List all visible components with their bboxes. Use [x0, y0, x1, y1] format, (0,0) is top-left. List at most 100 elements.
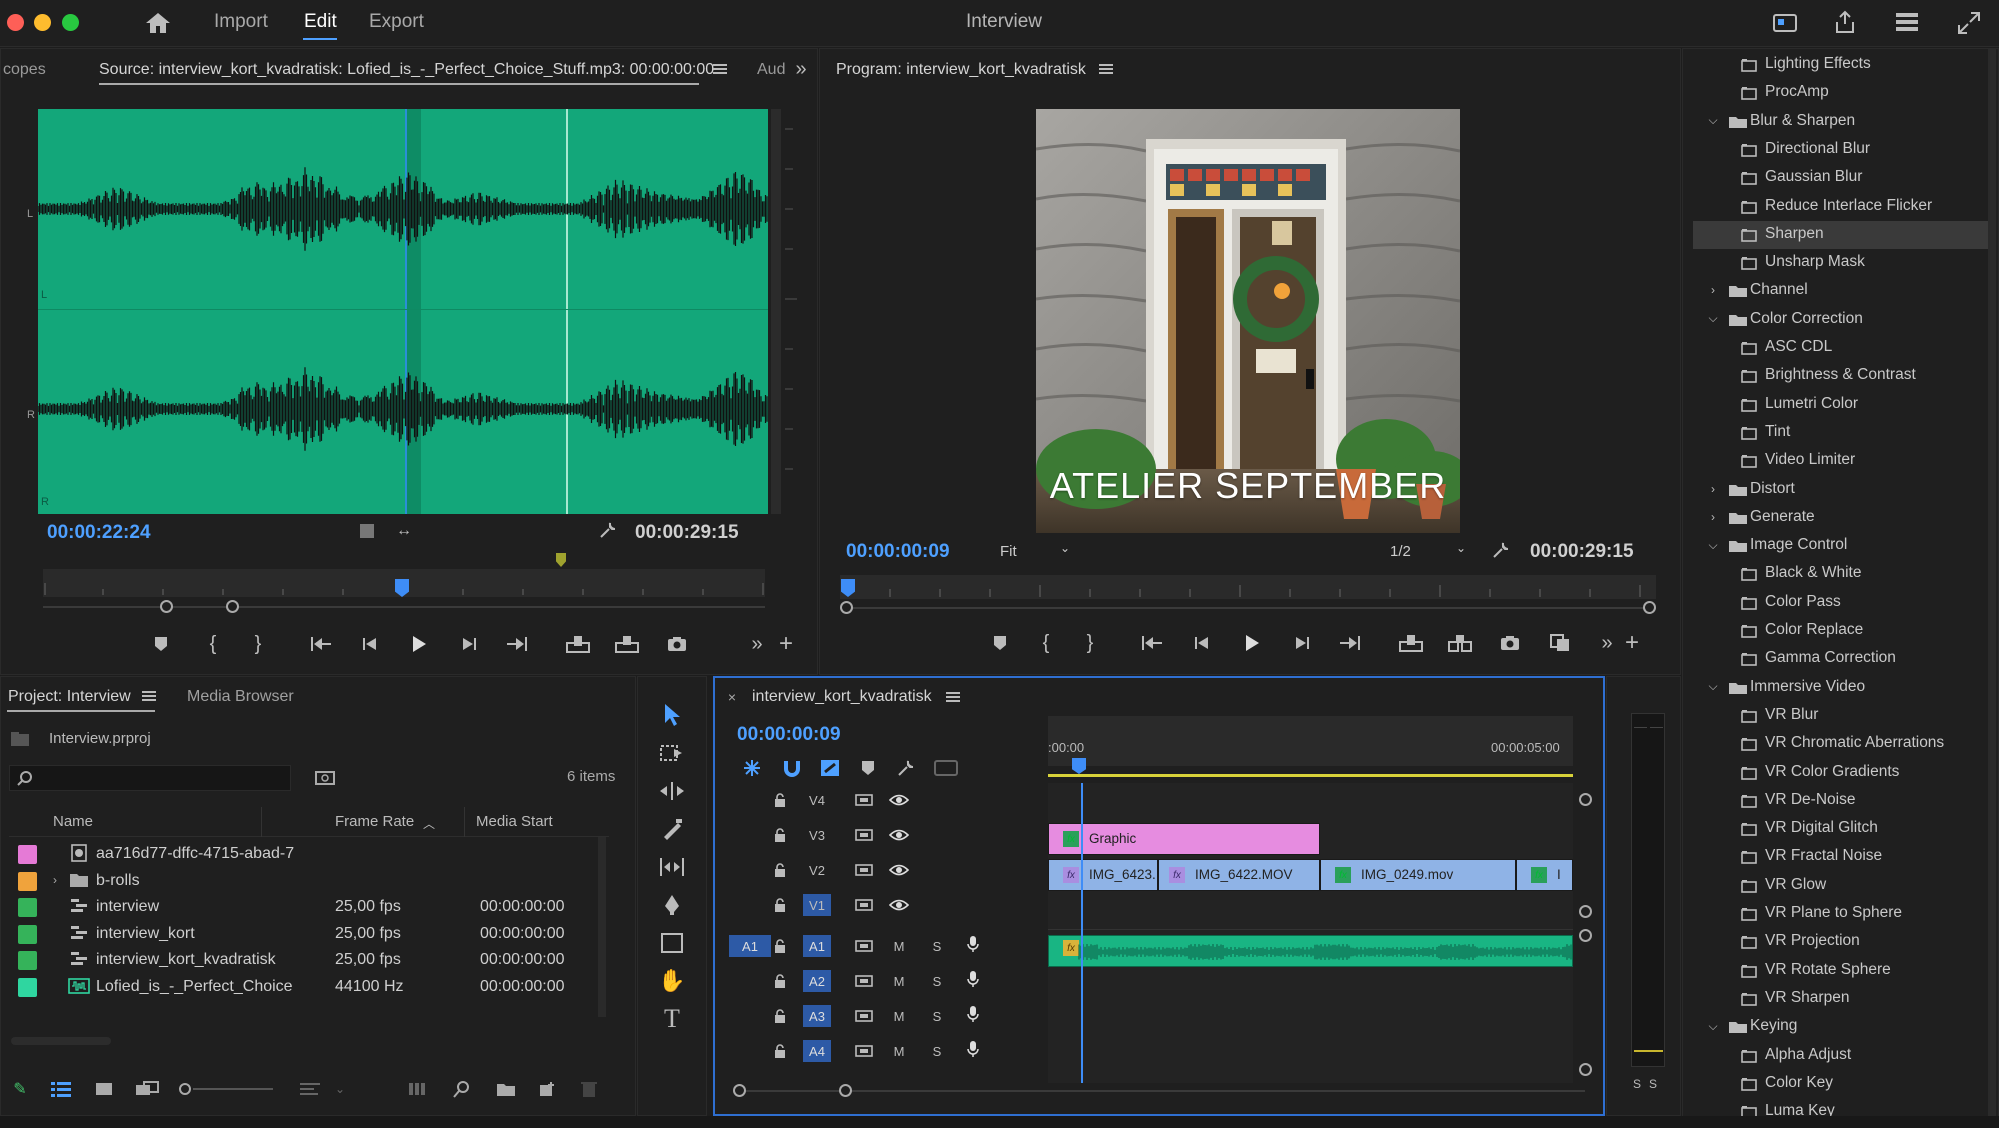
microphone-icon[interactable]: [962, 933, 984, 955]
effect-item[interactable]: Brightness & Contrast: [1693, 362, 1993, 390]
overwrite-icon[interactable]: [615, 632, 639, 656]
effect-item[interactable]: Color Pass: [1693, 589, 1993, 617]
sync-lock-icon[interactable]: [853, 935, 875, 957]
track-target[interactable]: V4: [803, 789, 831, 811]
project-search-input[interactable]: [9, 765, 291, 791]
icon-view-icon[interactable]: [93, 1079, 115, 1099]
program-settings-wrench-icon[interactable]: [1490, 539, 1512, 561]
home-icon[interactable]: [144, 10, 172, 36]
track-lock-icon[interactable]: [769, 789, 791, 811]
sequence-tab[interactable]: interview_kort_kvadratisk: [752, 688, 932, 706]
effect-item[interactable]: Sharpen: [1693, 220, 1993, 249]
pen-tool-icon[interactable]: [658, 891, 686, 919]
timeline-playhead-handle[interactable]: [1072, 758, 1086, 774]
effect-item[interactable]: Black & White: [1693, 560, 1993, 588]
timeline-settings-wrench-icon[interactable]: [895, 758, 917, 778]
waveform-zoom-scrollbar[interactable]: [771, 109, 781, 514]
effect-folder[interactable]: ⌵ Immersive Video: [1693, 674, 1993, 702]
program-zoom-handle-left[interactable]: [840, 601, 853, 614]
video-clip[interactable]: fx IMG_0249.mov: [1320, 859, 1516, 891]
scopes-tab[interactable]: copes: [3, 61, 46, 79]
go-to-in-icon[interactable]: [309, 632, 333, 656]
linked-selection-icon[interactable]: [819, 758, 841, 778]
solo-button[interactable]: S: [926, 970, 948, 992]
source-current-timecode[interactable]: 00:00:22:24: [47, 522, 151, 544]
sync-lock-icon[interactable]: [853, 1005, 875, 1027]
button-editor-icon[interactable]: +: [774, 630, 798, 657]
chevron-down-icon[interactable]: ⌵: [1706, 113, 1720, 128]
mute-button[interactable]: M: [888, 935, 910, 957]
video-clip[interactable]: fx I: [1516, 859, 1573, 891]
audio-scroll-handle-bottom[interactable]: [1579, 1063, 1592, 1076]
mark-out-icon[interactable]: }: [246, 632, 270, 656]
sync-lock-icon[interactable]: [853, 1040, 875, 1062]
effect-item[interactable]: Alpha Adjust: [1693, 1042, 1993, 1070]
effect-item[interactable]: ASC CDL: [1693, 334, 1993, 362]
sort-ascending-icon[interactable]: ︿: [423, 815, 435, 832]
chevron-down-icon[interactable]: ⌵: [1706, 311, 1720, 326]
audio-tab[interactable]: Aud: [757, 61, 785, 79]
track-target[interactable]: V3: [803, 824, 831, 846]
more-controls-icon[interactable]: »: [745, 632, 769, 656]
solo-button[interactable]: S: [926, 1040, 948, 1062]
new-search-bin-icon[interactable]: [314, 768, 336, 786]
chevron-down-icon[interactable]: ⌵: [1706, 1019, 1720, 1033]
timeline-add-marker-icon[interactable]: [857, 758, 879, 778]
source-zoom-bar[interactable]: [43, 606, 765, 608]
panel-menu-icon[interactable]: [712, 62, 728, 76]
project-item-row[interactable]: Lofied_is_-_Perfect_Choice 44100 Hz 00:00:…: [9, 970, 609, 1004]
effect-item[interactable]: Lighting Effects: [1693, 51, 1993, 79]
video-scroll-handle-bottom[interactable]: [1579, 905, 1592, 918]
timeline-menu-icon[interactable]: [945, 690, 961, 704]
settings-wrench-icon[interactable]: [597, 519, 619, 541]
mute-button[interactable]: M: [888, 1040, 910, 1062]
effect-folder[interactable]: › Distort: [1693, 476, 1993, 504]
program-mark-out-icon[interactable]: }: [1078, 631, 1102, 655]
track-lock-icon[interactable]: [769, 1040, 791, 1062]
video-clip[interactable]: fx IMG_6423.: [1048, 859, 1158, 891]
microphone-icon[interactable]: [962, 968, 984, 990]
program-panel-menu-icon[interactable]: [1098, 62, 1114, 76]
effect-item[interactable]: Unsharp Mask: [1693, 249, 1993, 277]
hand-tool-icon[interactable]: ✋: [658, 967, 686, 995]
program-go-to-in-icon[interactable]: [1140, 631, 1164, 655]
list-view-icon[interactable]: [49, 1079, 73, 1099]
ripple-edit-tool-icon[interactable]: [658, 777, 686, 805]
zoom-handle-left[interactable]: [160, 600, 173, 613]
sync-lock-icon[interactable]: [853, 789, 875, 811]
zoom-slider[interactable]: [179, 1082, 275, 1096]
program-time-ruler[interactable]: [840, 575, 1656, 599]
zoom-handle-right[interactable]: [226, 600, 239, 613]
close-sequence-icon[interactable]: ×: [725, 689, 739, 705]
track-lock-icon[interactable]: [769, 894, 791, 916]
program-more-controls-icon[interactable]: »: [1595, 631, 1619, 655]
audio-clip[interactable]: fx: [1048, 935, 1573, 967]
solo-button[interactable]: S: [926, 935, 948, 957]
track-target[interactable]: V1: [803, 894, 831, 916]
track-area[interactable]: fx Graphic fx IMG_6423. fx IMG_6422.MOV …: [1048, 783, 1573, 1083]
effect-item[interactable]: VR Projection: [1693, 928, 1993, 956]
timeline-zoom-bar[interactable]: [735, 1090, 1585, 1092]
sort-dropdown-chevron-icon[interactable]: ⌄: [333, 1079, 347, 1099]
zoom-slider-track[interactable]: [193, 1088, 273, 1090]
mute-button[interactable]: M: [888, 970, 910, 992]
meter-solo-right[interactable]: S: [1649, 1077, 1657, 1091]
track-select-tool-icon[interactable]: [658, 739, 686, 767]
close-window-button[interactable]: [7, 14, 24, 31]
effect-item[interactable]: VR Rotate Sphere: [1693, 957, 1993, 985]
track-target[interactable]: A3: [803, 1005, 831, 1027]
column-divider[interactable]: [261, 807, 262, 837]
captions-icon[interactable]: [933, 758, 959, 778]
effect-item[interactable]: Lumetri Color: [1693, 391, 1993, 419]
step-back-icon[interactable]: [358, 632, 382, 656]
graphic-clip[interactable]: fx Graphic: [1048, 823, 1320, 855]
add-marker-icon[interactable]: [149, 632, 173, 656]
type-tool-icon[interactable]: T: [658, 1004, 686, 1033]
column-frame-rate[interactable]: Frame Rate: [335, 813, 414, 830]
chevron-right-icon[interactable]: ›: [1706, 510, 1720, 524]
quick-actions-icon[interactable]: [1772, 10, 1798, 34]
razor-tool-icon[interactable]: [658, 815, 686, 843]
project-scrollbar[interactable]: [598, 837, 606, 1017]
eye-icon[interactable]: [888, 824, 910, 846]
column-name[interactable]: Name: [53, 813, 93, 830]
